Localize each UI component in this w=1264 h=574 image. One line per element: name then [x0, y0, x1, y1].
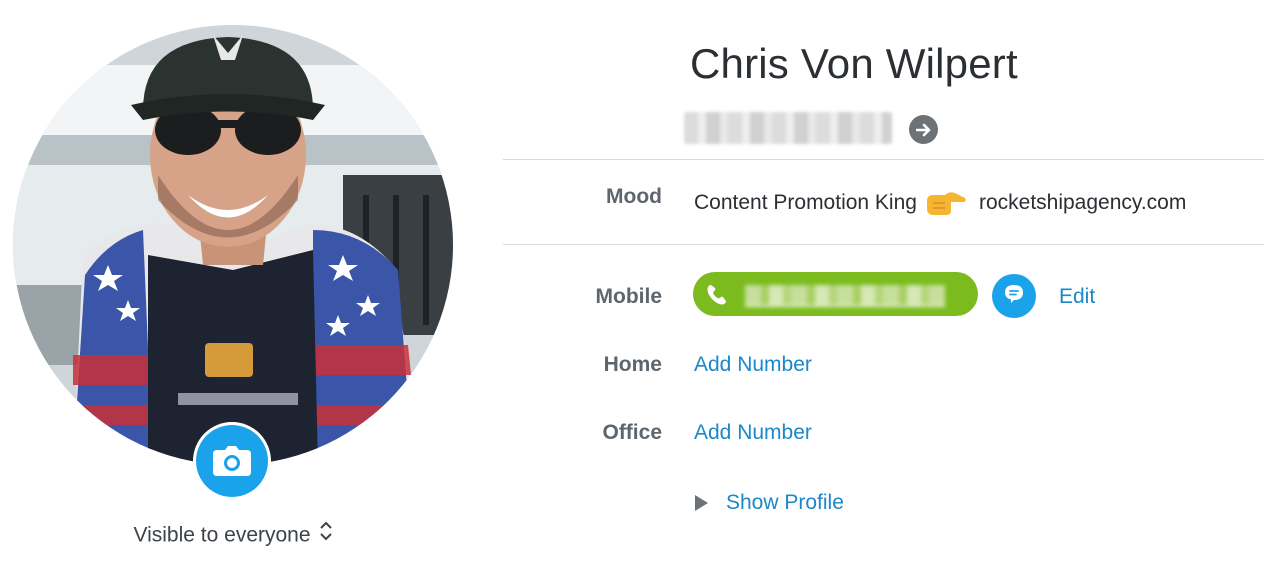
pointing-right-hand-icon — [925, 189, 967, 217]
visibility-label: Visible to everyone — [133, 523, 311, 547]
chevron-up-down-icon — [319, 520, 333, 548]
profile-name: Chris Von Wilpert — [690, 40, 1018, 87]
profile-page: Visible to everyone Chris Von Wilpert Mo… — [0, 0, 1264, 574]
change-photo-button[interactable] — [193, 422, 271, 500]
divider — [503, 159, 1264, 160]
add-office-number-link[interactable]: Add Number — [694, 421, 812, 445]
skype-id-redacted — [684, 112, 892, 144]
mood-message: Content Promotion King rocketshipagency.… — [694, 189, 1186, 217]
show-profile-label: Show Profile — [726, 491, 844, 514]
mood-link-text: rocketshipagency.com — [978, 191, 1187, 214]
phone-icon — [705, 283, 729, 312]
camera-icon — [196, 425, 268, 497]
edit-mobile-link[interactable]: Edit — [1059, 285, 1095, 309]
arrow-right-circle-icon[interactable] — [909, 115, 938, 144]
message-button[interactable] — [992, 274, 1036, 318]
disclosure-triangle-icon — [695, 495, 708, 511]
mobile-label: Mobile — [595, 285, 663, 308]
home-label: Home — [603, 353, 662, 376]
mobile-number-redacted — [745, 285, 945, 307]
add-home-number-link[interactable]: Add Number — [694, 353, 812, 377]
avatar[interactable] — [13, 25, 453, 465]
mood-label: Mood — [606, 185, 662, 208]
office-label: Office — [602, 421, 662, 444]
mood-text: Content Promotion King — [694, 191, 917, 214]
visibility-selector[interactable]: Visible to everyone — [0, 520, 466, 550]
call-mobile-button[interactable] — [693, 272, 978, 316]
chat-bubble-icon — [1003, 283, 1025, 310]
show-profile-toggle[interactable]: Show Profile — [695, 491, 844, 515]
divider — [503, 244, 1264, 245]
